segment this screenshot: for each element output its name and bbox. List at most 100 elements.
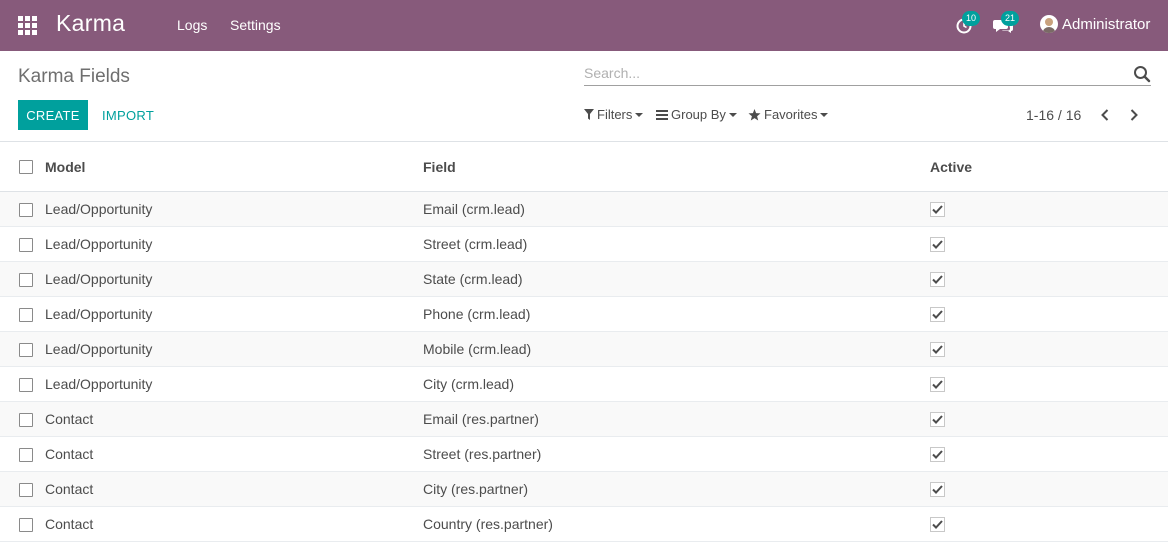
- filters-label: Filters: [597, 107, 633, 122]
- table-header: Model Field Active: [0, 142, 1168, 192]
- top-navbar: Karma Logs Settings 10 21 Administrator: [0, 0, 1168, 51]
- filter-icon: [584, 109, 594, 120]
- cell-field: State (crm.lead): [423, 271, 523, 287]
- cell-model: Lead/Opportunity: [45, 236, 153, 252]
- column-header-model[interactable]: Model: [45, 159, 85, 175]
- active-checkbox: [930, 517, 945, 532]
- list-bars-icon: [656, 109, 668, 120]
- row-select-checkbox[interactable]: [19, 413, 33, 427]
- cell-model: Contact: [45, 481, 94, 497]
- row-select-checkbox[interactable]: [19, 483, 33, 497]
- create-button[interactable]: CREATE: [18, 100, 88, 130]
- caret-down-icon: [635, 112, 644, 117]
- row-select-checkbox[interactable]: [19, 378, 33, 392]
- cell-model: Lead/Opportunity: [45, 271, 153, 287]
- caret-down-icon: [728, 112, 737, 117]
- cell-field: Email (res.partner): [423, 411, 539, 427]
- menu-item-settings[interactable]: Settings: [230, 17, 281, 33]
- cell-field: Street (crm.lead): [423, 236, 528, 252]
- table-row[interactable]: Lead/Opportunity Mobile (crm.lead): [0, 332, 1168, 367]
- table-row[interactable]: Lead/Opportunity City (crm.lead): [0, 367, 1168, 402]
- cell-model: Lead/Opportunity: [45, 341, 153, 357]
- favorites-dropdown[interactable]: Favorites: [748, 107, 829, 122]
- messages-count-badge: 21: [1001, 11, 1019, 26]
- cell-model: Contact: [45, 411, 94, 427]
- check-icon: [932, 380, 943, 389]
- check-icon: [932, 240, 943, 249]
- page-title: Karma Fields: [18, 66, 130, 87]
- star-icon: [748, 108, 761, 121]
- active-checkbox: [930, 482, 945, 497]
- cell-field: Phone (crm.lead): [423, 306, 531, 322]
- cell-field: City (res.partner): [423, 481, 529, 497]
- row-select-checkbox[interactable]: [19, 273, 33, 287]
- chevron-right-icon: [1130, 109, 1138, 121]
- table-row[interactable]: Lead/Opportunity Email (crm.lead): [0, 192, 1168, 227]
- pager-next-button[interactable]: [1126, 106, 1142, 124]
- column-header-field[interactable]: Field: [423, 159, 456, 175]
- user-name: Administrator: [1062, 15, 1151, 33]
- select-all-checkbox[interactable]: [19, 160, 33, 174]
- check-icon: [932, 275, 943, 284]
- groupby-dropdown[interactable]: Group By: [656, 107, 737, 122]
- cell-model: Contact: [45, 516, 94, 532]
- search-icon[interactable]: [1133, 65, 1151, 83]
- cell-model: Lead/Opportunity: [45, 306, 153, 322]
- active-checkbox: [930, 237, 945, 252]
- table-row[interactable]: Contact Country (res.partner): [0, 507, 1168, 542]
- active-checkbox: [930, 412, 945, 427]
- row-select-checkbox[interactable]: [19, 518, 33, 532]
- cell-field: Email (crm.lead): [423, 201, 525, 217]
- row-select-checkbox[interactable]: [19, 448, 33, 462]
- table-row[interactable]: Lead/Opportunity State (crm.lead): [0, 262, 1168, 297]
- active-checkbox: [930, 447, 945, 462]
- app-brand[interactable]: Karma: [56, 10, 125, 37]
- cell-model: Contact: [45, 446, 94, 462]
- list-table: Model Field Active Lead/Opportunity Emai…: [0, 142, 1168, 542]
- check-icon: [932, 520, 943, 529]
- cell-model: Lead/Opportunity: [45, 376, 153, 392]
- groupby-label: Group By: [671, 107, 726, 122]
- cell-field: City (crm.lead): [423, 376, 515, 392]
- check-icon: [932, 310, 943, 319]
- search-bar: [584, 62, 1151, 86]
- search-input[interactable]: [584, 62, 1114, 84]
- table-row[interactable]: Lead/Opportunity Phone (crm.lead): [0, 297, 1168, 332]
- activity-button[interactable]: 10: [955, 11, 980, 36]
- caret-down-icon: [820, 112, 829, 117]
- avatar: [1040, 15, 1058, 33]
- check-icon: [932, 485, 943, 494]
- table-row[interactable]: Contact Street (res.partner): [0, 437, 1168, 472]
- menu-item-logs[interactable]: Logs: [177, 17, 207, 33]
- row-select-checkbox[interactable]: [19, 343, 33, 357]
- check-icon: [932, 205, 943, 214]
- import-button[interactable]: IMPORT: [97, 100, 159, 130]
- active-checkbox: [930, 342, 945, 357]
- table-row[interactable]: Contact Email (res.partner): [0, 402, 1168, 437]
- cell-model: Lead/Opportunity: [45, 201, 153, 217]
- active-checkbox: [930, 377, 945, 392]
- row-select-checkbox[interactable]: [19, 203, 33, 217]
- column-header-active[interactable]: Active: [930, 159, 972, 175]
- active-checkbox: [930, 307, 945, 322]
- active-checkbox: [930, 272, 945, 287]
- cell-field: Country (res.partner): [423, 516, 553, 532]
- favorites-label: Favorites: [764, 107, 818, 122]
- row-select-checkbox[interactable]: [19, 238, 33, 252]
- activity-count-badge: 10: [962, 11, 980, 26]
- table-row[interactable]: Contact City (res.partner): [0, 472, 1168, 507]
- table-body: Lead/Opportunity Email (crm.lead) Lead/O…: [0, 192, 1168, 542]
- apps-grid-icon[interactable]: [18, 16, 37, 35]
- cell-field: Street (res.partner): [423, 446, 542, 462]
- check-icon: [932, 345, 943, 354]
- filters-dropdown[interactable]: Filters: [584, 107, 644, 122]
- messages-button[interactable]: 21: [993, 11, 1019, 36]
- table-row[interactable]: Lead/Opportunity Street (crm.lead): [0, 227, 1168, 262]
- row-select-checkbox[interactable]: [19, 308, 33, 322]
- pager-value[interactable]: 1-16 / 16: [1026, 107, 1081, 123]
- user-menu[interactable]: Administrator: [1040, 15, 1150, 33]
- check-icon: [932, 450, 943, 459]
- check-icon: [932, 415, 943, 424]
- pager-previous-button[interactable]: [1097, 106, 1113, 124]
- cell-field: Mobile (crm.lead): [423, 341, 532, 357]
